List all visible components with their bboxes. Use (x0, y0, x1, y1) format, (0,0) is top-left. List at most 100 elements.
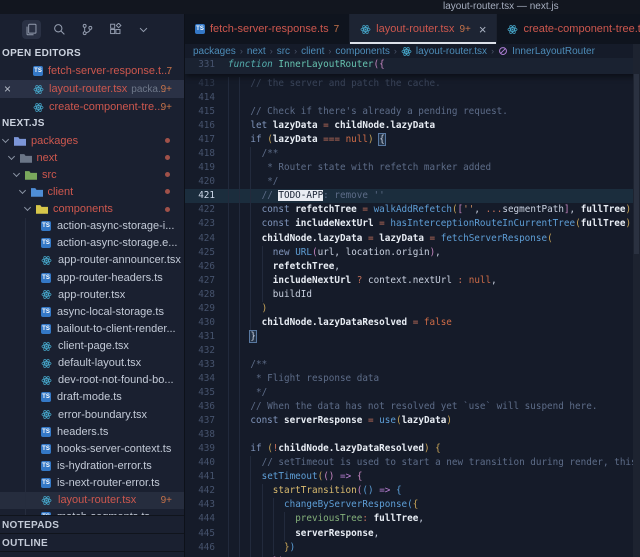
typescript-icon: TS (41, 221, 51, 232)
tree-file[interactable]: TS action-async-storage.e... (0, 235, 184, 252)
folder-icon (14, 136, 26, 146)
code-line-431: 431} (185, 329, 640, 344)
open-editor-label: create-component-tre... (49, 101, 164, 113)
code-line-428: 428 buildId (185, 287, 640, 302)
breadcrumb-symbol[interactable]: InnerLayoutRouter (512, 46, 595, 57)
tree-folder-next[interactable]: next (0, 149, 184, 166)
tree-file[interactable]: TS hooks-server-context.ts (0, 440, 184, 457)
code-area[interactable]: 331 function InnerLayoutRouter({ 413// th… (185, 58, 640, 557)
open-editors-icon[interactable] (22, 19, 41, 39)
file-label: hooks-server-context.ts (57, 442, 172, 455)
breadcrumb-item[interactable]: packages (193, 46, 236, 57)
explorer-section-header[interactable]: NEXT.JS (0, 116, 184, 132)
chevron-down-icon (23, 204, 32, 212)
react-icon (41, 410, 52, 420)
tree-folder-packages[interactable]: packages (0, 132, 184, 149)
tab-create-component-tree.ts[interactable]: create-component-tree.ts (497, 14, 640, 44)
tree-file[interactable]: error-boundary.tsx (0, 406, 184, 423)
open-editor-item[interactable]: × layout-router.tsx packa... 9+ (0, 80, 184, 98)
tree-file[interactable]: TS action-async-storage-i... (0, 218, 184, 235)
breadcrumb-separator: › (491, 46, 495, 56)
tree-file[interactable]: app-router.tsx (0, 286, 184, 303)
file-label: async-local-storage.ts (57, 305, 164, 318)
close-icon[interactable]: × (479, 22, 487, 37)
tree-file[interactable]: layout-router.tsx 9+ (0, 491, 184, 509)
code-line-429: 429) (185, 301, 640, 316)
line-number: 444 (198, 513, 215, 525)
code-line-437: 437 const serverResponse = use(lazyData) (185, 414, 640, 429)
breadcrumb-item[interactable]: next (247, 46, 266, 57)
tab-bar: TS fetch-server-response.ts 7 layout-router… (185, 14, 640, 44)
file-label: bailout-to-client-render... (57, 322, 176, 335)
sidebar-section-notepads[interactable]: NOTEPADS (0, 515, 184, 533)
tree-file[interactable]: TS headers.ts (0, 423, 184, 440)
tree-file[interactable]: TS is-next-router-error.ts (0, 475, 184, 492)
file-label: app-router-announcer.tsx (58, 254, 181, 267)
tab-label: layout-router.tsx (376, 23, 455, 35)
search-icon[interactable] (50, 20, 69, 39)
extensions-icon[interactable] (106, 20, 125, 39)
tree-file[interactable]: app-router-announcer.tsx (0, 252, 184, 269)
line-number: 421 (198, 190, 215, 202)
tree-file[interactable]: TS app-router-headers.ts (0, 269, 184, 286)
breadcrumb: packages › next › src › client › components › layo… (185, 44, 640, 58)
tab-layout-router.tsx[interactable]: layout-router.tsx 9+ × (350, 14, 498, 44)
tree-file[interactable]: client-page.tsx (0, 338, 184, 355)
problems-badge: 9+ (160, 83, 172, 95)
folder-label: next (36, 151, 58, 164)
tree-file[interactable]: TS bailout-to-client-render... (0, 320, 184, 337)
breadcrumb-item[interactable]: client (301, 46, 324, 57)
breadcrumb-item[interactable]: src (277, 46, 290, 57)
tree-file[interactable]: dev-root-not-found-bo... (0, 372, 184, 389)
file-label: action-async-storage-i... (57, 220, 175, 233)
code-line-421: 421// TODO-APP: remove '' (185, 189, 640, 204)
open-editors-list: TS fetch-server-response.t... 7 × layout-rou… (0, 62, 184, 116)
tab-fetch-server-response.ts[interactable]: TS fetch-server-response.ts 7 (185, 14, 351, 44)
sticky-scroll-line[interactable]: 331 function InnerLayoutRouter({ (185, 58, 640, 74)
code-line-416: 416 let lazyData = childNode.lazyData (185, 119, 640, 134)
tree-file[interactable]: TS draft-mode.ts (0, 389, 184, 406)
tree-folder-client[interactable]: client (0, 183, 184, 200)
problems-badge: 9+ (459, 23, 471, 35)
code-line-417: 417 if (lazyData === null) { (185, 133, 640, 148)
line-number: 443 (198, 499, 215, 511)
line-number: 437 (198, 415, 215, 427)
sidebar-section-outline[interactable]: OUTLINE (0, 533, 184, 551)
sidebar-bottom-sections: NOTEPADSOUTLINETIMELINE (0, 515, 184, 557)
sidebar: OPEN EDITORS TS fetch-server-response.t..… (0, 14, 185, 557)
chevron-down-icon[interactable] (134, 20, 153, 39)
sidebar-section-timeline[interactable]: TIMELINE (0, 551, 184, 557)
line-number: 434 (198, 372, 215, 384)
file-label: action-async-storage.e... (57, 237, 178, 250)
chevron-down-icon (18, 186, 26, 194)
modified-dot-badge (165, 206, 170, 212)
line-number: 440 (198, 457, 215, 469)
open-editor-item[interactable]: create-component-tre... 9+ (0, 98, 184, 116)
indent-guide (239, 343, 241, 358)
typescript-icon: TS (41, 460, 51, 471)
typescript-icon: TS (41, 426, 51, 437)
file-label: app-router-headers.ts (57, 271, 163, 284)
indent-guide (228, 91, 229, 106)
tree-folder-src[interactable]: src (0, 166, 184, 183)
vertical-scrollbar[interactable] (633, 44, 640, 557)
open-editors-header[interactable]: OPEN EDITORS (0, 44, 184, 62)
tree-file[interactable]: default-layout.tsx (0, 355, 184, 372)
chevron-down-icon (12, 169, 21, 177)
breadcrumb-item[interactable]: components (335, 46, 389, 57)
tree-file[interactable]: TS async-local-storage.ts (0, 303, 184, 320)
scrollbar-thumb[interactable] (634, 74, 639, 254)
code-line-435: 435 */ (185, 386, 640, 401)
breadcrumb-file[interactable]: layout-router.tsx (416, 46, 487, 57)
open-editor-item[interactable]: TS fetch-server-response.t... 7 (0, 62, 184, 80)
code-line-438: 438 (185, 428, 640, 443)
line-number: 441 (198, 471, 215, 483)
code-line-423: 423 const includeNextUrl = hasInterceptio… (185, 217, 640, 232)
code-line-331: 331 function InnerLayoutRouter({ (185, 58, 640, 72)
tree-file[interactable]: TS is-hydration-error.ts (0, 457, 184, 474)
source-control-icon[interactable] (78, 20, 97, 39)
tree-folder-components[interactable]: components (0, 201, 184, 218)
react-icon (41, 255, 52, 265)
close-icon[interactable]: × (4, 82, 11, 96)
code-line-433: 433/** (185, 357, 640, 372)
